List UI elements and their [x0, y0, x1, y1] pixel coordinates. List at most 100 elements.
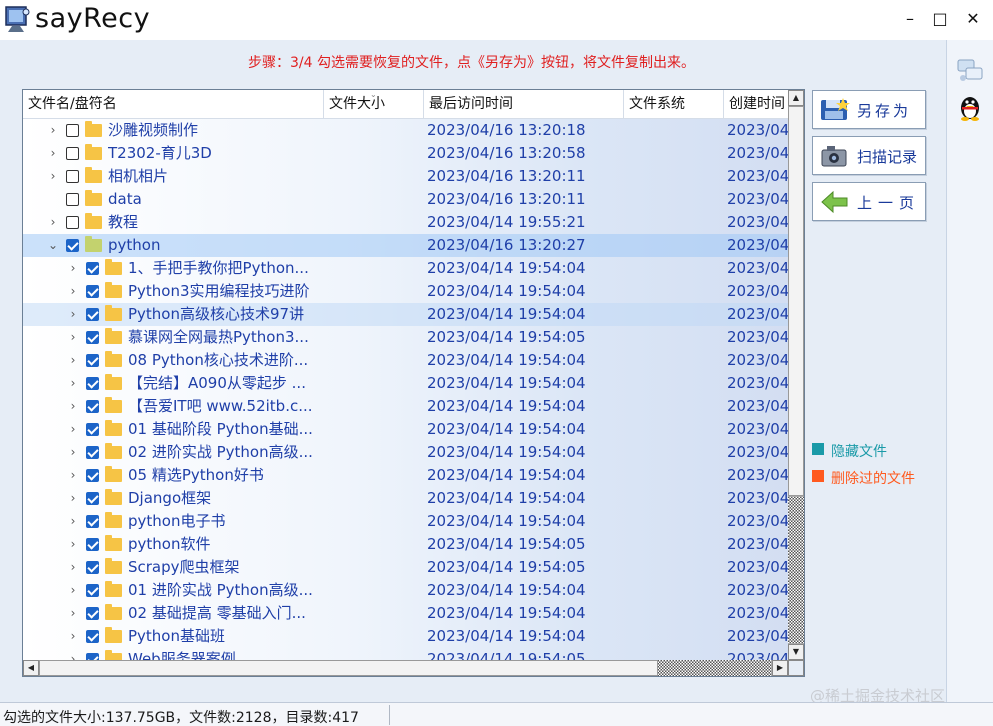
scroll-left-button[interactable]: ◀ [23, 660, 39, 676]
row-checkbox[interactable] [86, 262, 99, 275]
expand-chevron-icon[interactable]: › [68, 395, 78, 418]
table-row[interactable]: data 2023/04/16 13:20:11 2023/04 [23, 188, 788, 211]
expand-chevron-icon[interactable]: › [68, 372, 78, 395]
table-row[interactable]: › 1、手把手教你把Python... 2023/04/14 19:54:04 202… [23, 257, 788, 280]
close-button[interactable]: ✕ [956, 0, 990, 38]
row-checkbox[interactable] [86, 354, 99, 367]
expand-chevron-icon[interactable]: › [68, 464, 78, 487]
scan-record-button[interactable]: 扫描记录 [812, 136, 926, 175]
row-checkbox[interactable] [66, 147, 79, 160]
expand-chevron-icon[interactable]: › [68, 510, 78, 533]
expand-chevron-icon[interactable]: › [68, 579, 78, 602]
table-row[interactable]: › 沙雕视频制作 2023/04/16 13:20:18 2023/04 [23, 119, 788, 142]
row-checkbox[interactable] [86, 400, 99, 413]
expand-chevron-icon[interactable]: › [48, 211, 58, 234]
file-tree-table: 文件名/盘符名 文件大小 ⌄ 最后访问时间 文件系统 创建时间 › 沙雕视频制作 2… [22, 89, 805, 677]
expand-chevron-icon[interactable]: › [68, 602, 78, 625]
expand-chevron-icon[interactable]: › [68, 418, 78, 441]
row-checkbox[interactable] [86, 515, 99, 528]
row-checkbox[interactable] [86, 630, 99, 643]
row-checkbox[interactable] [86, 423, 99, 436]
row-checkbox[interactable] [66, 193, 79, 206]
expand-chevron-icon[interactable]: › [68, 533, 78, 556]
table-row[interactable]: › 08 Python核心技术进阶... 2023/04/14 19:54:04 20… [23, 349, 788, 372]
folder-icon [105, 374, 122, 390]
row-created-time: 2023/04 [727, 581, 788, 599]
row-checkbox[interactable] [66, 124, 79, 137]
table-row[interactable]: › 05 精选Python好书 2023/04/14 19:54:04 2023/04 [23, 464, 788, 487]
row-created-time: 2023/04 [727, 650, 788, 660]
network-icon[interactable] [955, 54, 985, 84]
row-checkbox[interactable] [86, 492, 99, 505]
collapse-chevron-icon[interactable]: ⌄ [48, 234, 58, 257]
table-row[interactable]: › Python基础班 2023/04/14 19:54:04 2023/04 [23, 625, 788, 648]
minimize-button[interactable]: – [893, 0, 927, 38]
expand-chevron-icon[interactable]: › [68, 441, 78, 464]
table-row[interactable]: ⌄ python 2023/04/16 13:20:27 2023/04 [23, 234, 788, 257]
scroll-up-button[interactable]: ▲ [788, 90, 804, 106]
table-row[interactable]: › python电子书 2023/04/14 19:54:04 2023/04 [23, 510, 788, 533]
expand-chevron-icon[interactable]: › [68, 648, 78, 660]
row-checkbox[interactable] [86, 584, 99, 597]
row-created-time: 2023/04 [727, 604, 788, 622]
row-name: T2302-育儿3D [108, 144, 212, 162]
row-checkbox[interactable] [86, 653, 99, 660]
expand-chevron-icon[interactable]: › [68, 556, 78, 579]
column-header-filesystem[interactable]: 文件系统 [624, 90, 724, 119]
previous-page-button[interactable]: 上一页 [812, 182, 926, 221]
table-row[interactable]: › 【完结】A090从零起步 ... 2023/04/14 19:54:04 2023… [23, 372, 788, 395]
maximize-button[interactable]: □ [923, 0, 957, 38]
table-row[interactable]: › Python高级核心技术97讲 2023/04/14 19:54:04 2023/… [23, 303, 788, 326]
table-row[interactable]: › 02 基础提高 零基础入门... 2023/04/14 19:54:04 2023… [23, 602, 788, 625]
table-row[interactable]: › 慕课网全网最热Python3... 2023/04/14 19:54:05 202… [23, 326, 788, 349]
row-checkbox[interactable] [86, 285, 99, 298]
table-row[interactable]: › python软件 2023/04/14 19:54:05 2023/04 [23, 533, 788, 556]
table-row[interactable]: › 01 基础阶段 Python基础... 2023/04/14 19:54:04 2… [23, 418, 788, 441]
expand-chevron-icon[interactable]: › [68, 303, 78, 326]
expand-chevron-icon[interactable]: › [68, 349, 78, 372]
expand-chevron-icon[interactable]: › [68, 257, 78, 280]
table-row[interactable]: › T2302-育儿3D 2023/04/16 13:20:58 2023/04 [23, 142, 788, 165]
expand-chevron-icon[interactable]: › [68, 487, 78, 510]
scroll-down-button[interactable]: ▼ [788, 644, 804, 660]
row-checkbox[interactable] [86, 538, 99, 551]
camera-icon [821, 146, 847, 167]
save-as-button[interactable]: 另存为 [812, 90, 926, 129]
row-access-time: 2023/04/14 19:54:05 [427, 535, 586, 553]
table-row[interactable]: › Web服务器案例 2023/04/14 19:54:05 2023/04 [23, 648, 788, 660]
row-checkbox[interactable] [86, 331, 99, 344]
column-header-name[interactable]: 文件名/盘符名 [23, 90, 324, 119]
table-row[interactable]: › Scrapy爬虫框架 2023/04/14 19:54:05 2023/04 [23, 556, 788, 579]
column-header-created[interactable]: 创建时间 [724, 90, 788, 119]
vertical-scroll-thumb[interactable] [788, 106, 804, 496]
row-checkbox[interactable] [86, 308, 99, 321]
expand-chevron-icon[interactable]: › [48, 165, 58, 188]
expand-chevron-icon[interactable]: › [68, 326, 78, 349]
row-checkbox[interactable] [86, 377, 99, 390]
horizontal-scroll-thumb[interactable] [39, 660, 658, 676]
column-header-access-time[interactable]: 最后访问时间 [424, 90, 624, 119]
row-checkbox[interactable] [66, 170, 79, 183]
row-checkbox[interactable] [86, 469, 99, 482]
table-row[interactable]: › 相机相片 2023/04/16 13:20:11 2023/04 [23, 165, 788, 188]
expand-chevron-icon[interactable]: › [48, 119, 58, 142]
expand-chevron-icon[interactable]: › [68, 280, 78, 303]
table-row[interactable]: › 【吾爱IT吧 www.52itb.c... 2023/04/14 19:54:0… [23, 395, 788, 418]
expand-chevron-icon[interactable]: › [48, 142, 58, 165]
table-row[interactable]: › Django框架 2023/04/14 19:54:04 2023/04 [23, 487, 788, 510]
table-row[interactable]: › 教程 2023/04/14 19:55:21 2023/04 [23, 211, 788, 234]
folder-icon [105, 282, 122, 298]
row-checkbox[interactable] [86, 446, 99, 459]
penguin-icon[interactable] [955, 92, 985, 122]
table-row[interactable]: › Python3实用编程技巧进阶 2023/04/14 19:54:04 2023/… [23, 280, 788, 303]
row-checkbox[interactable] [86, 607, 99, 620]
row-checkbox[interactable] [86, 561, 99, 574]
scroll-right-button[interactable]: ▶ [772, 660, 788, 676]
row-access-time: 2023/04/14 19:54:04 [427, 374, 586, 392]
table-row[interactable]: › 02 进阶实战 Python高级... 2023/04/14 19:54:04 2… [23, 441, 788, 464]
table-row[interactable]: › 01 进阶实战 Python高级... 2023/04/14 19:54:04 2… [23, 579, 788, 602]
row-checkbox[interactable] [66, 239, 79, 252]
save-as-label: 另存为 [857, 102, 912, 120]
expand-chevron-icon[interactable]: › [68, 625, 78, 648]
row-checkbox[interactable] [66, 216, 79, 229]
